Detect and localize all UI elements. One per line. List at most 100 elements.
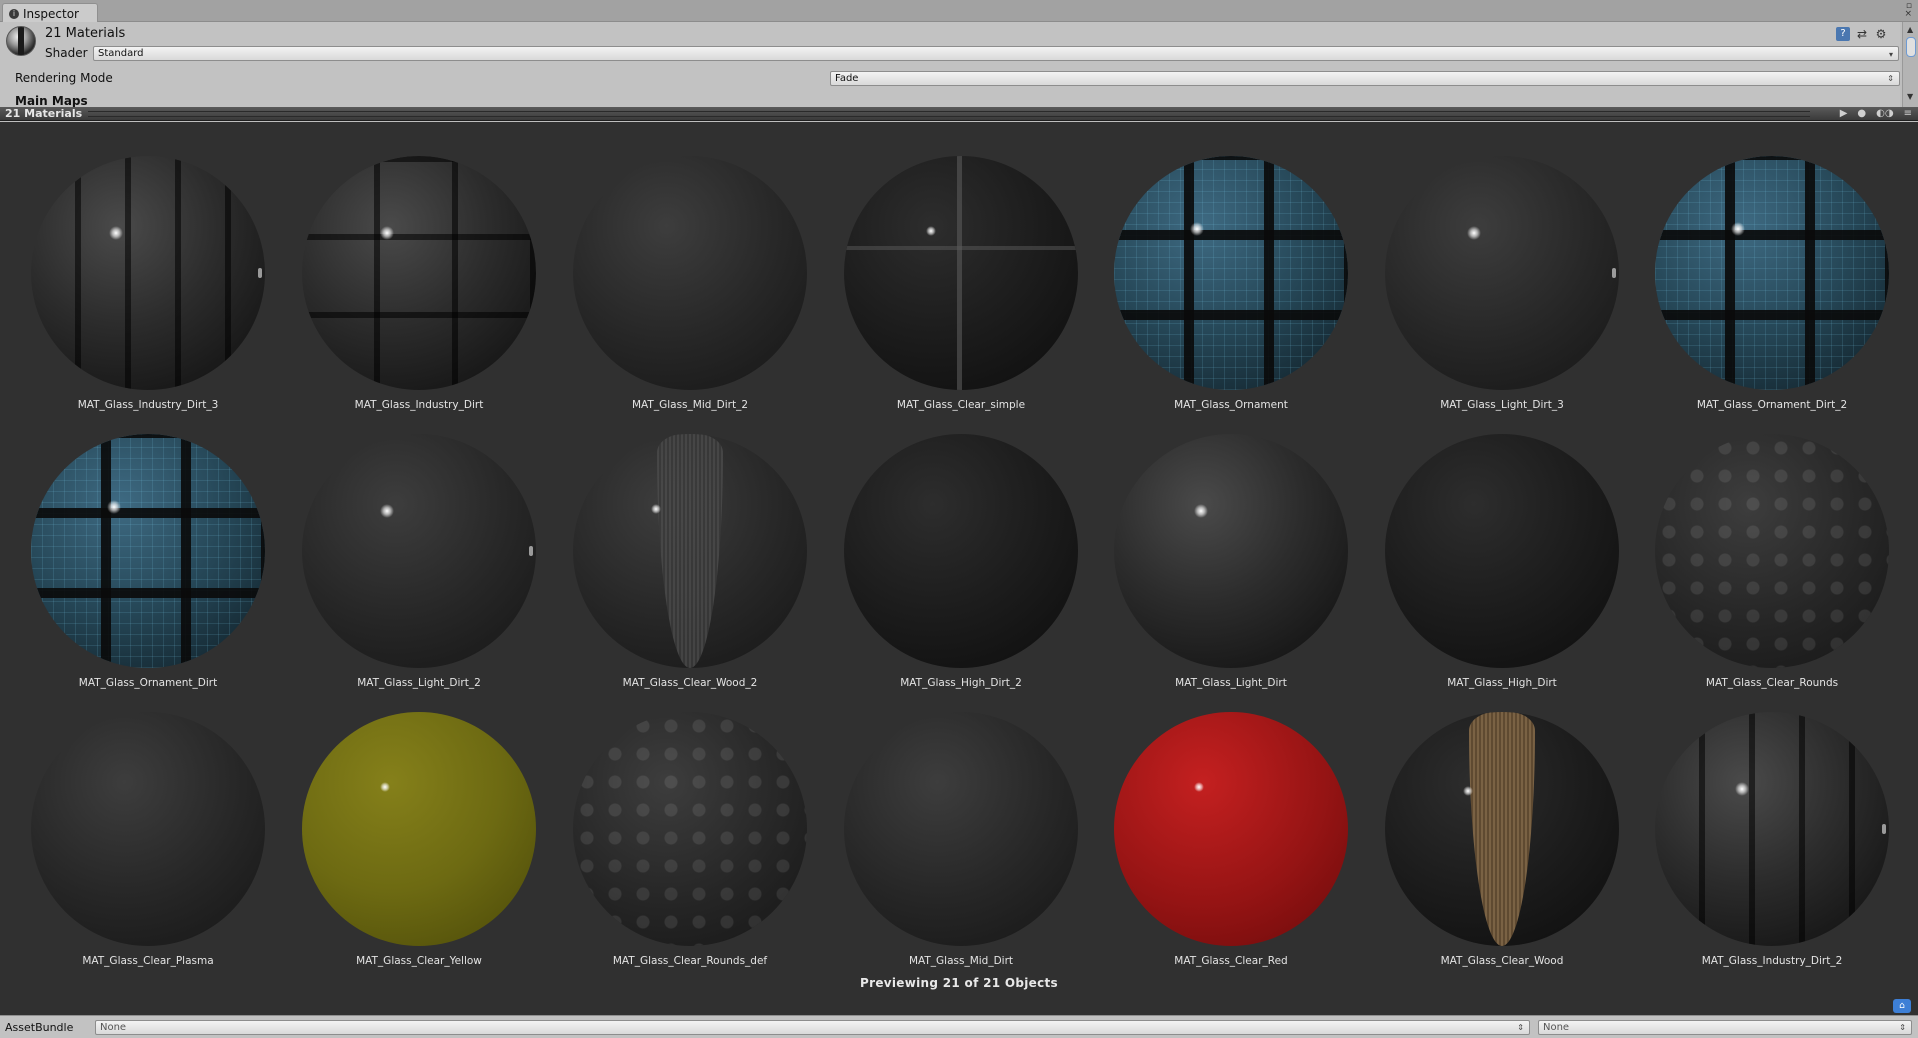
material-preview-item[interactable]: MAT_Glass_Light_Dirt_3 bbox=[1382, 156, 1622, 436]
asset-bundle-dropdown[interactable]: None ⇕ bbox=[95, 1020, 1530, 1035]
material-sphere bbox=[1655, 434, 1889, 668]
chevron-down-icon: ▾ bbox=[1888, 50, 1893, 59]
rendering-mode-dropdown[interactable]: Fade ⇕ bbox=[830, 71, 1900, 86]
scroll-down-icon[interactable]: ▼ bbox=[1907, 92, 1913, 101]
help-icon[interactable]: ? bbox=[1836, 27, 1850, 41]
material-preview-area: MAT_Glass_Industry_Dirt_3 MAT_Glass_Indu… bbox=[0, 122, 1918, 1015]
material-preview-item[interactable]: MAT_Glass_Light_Dirt_2 bbox=[299, 434, 539, 714]
material-sphere bbox=[844, 712, 1078, 946]
rendering-mode-label: Rendering Mode bbox=[15, 71, 113, 85]
material-preview-item[interactable]: MAT_Glass_Clear_simple bbox=[841, 156, 1081, 436]
play-icon[interactable]: ▶ bbox=[1840, 107, 1848, 121]
material-sphere bbox=[1655, 156, 1889, 390]
material-name: MAT_Glass_Clear_Rounds bbox=[1705, 677, 1839, 689]
material-name: MAT_Glass_Clear_Red bbox=[1174, 955, 1288, 967]
material-preview-item[interactable]: MAT_Glass_High_Dirt_2 bbox=[841, 434, 1081, 714]
material-preview-item[interactable]: MAT_Glass_Clear_Rounds_def bbox=[570, 712, 810, 992]
asset-bundle-value: None bbox=[100, 1022, 127, 1033]
material-preview-item[interactable]: MAT_Glass_Clear_Yellow bbox=[299, 712, 539, 992]
material-preview-item[interactable]: MAT_Glass_Light_Dirt bbox=[1111, 434, 1351, 714]
drag-handle[interactable] bbox=[88, 111, 1810, 117]
material-sphere bbox=[844, 156, 1078, 390]
material-sphere bbox=[1114, 434, 1348, 668]
material-preview-item[interactable]: MAT_Glass_Clear_Wood bbox=[1382, 712, 1622, 992]
material-preview-item[interactable]: MAT_Glass_Clear_Red bbox=[1111, 712, 1351, 992]
material-preview-item[interactable]: MAT_Glass_Mid_Dirt_2 bbox=[570, 156, 810, 436]
header-icons: ? ⇄ ⚙ bbox=[1836, 27, 1888, 41]
material-name: MAT_Glass_High_Dirt_2 bbox=[900, 677, 1022, 689]
chevron-updown-icon: ⇕ bbox=[1887, 74, 1894, 83]
material-preview-item[interactable]: MAT_Glass_Mid_Dirt bbox=[841, 712, 1081, 992]
material-preview-item[interactable]: MAT_Glass_Ornament_Dirt bbox=[28, 434, 268, 714]
preview-header[interactable]: 21 Materials ▶ ● ◐◑ ≡ bbox=[0, 107, 1918, 121]
material-name: MAT_Glass_Light_Dirt bbox=[1175, 677, 1287, 689]
material-sphere bbox=[31, 156, 265, 390]
material-sphere bbox=[302, 712, 536, 946]
material-name: MAT_Glass_Mid_Dirt_2 bbox=[631, 399, 749, 411]
close-icon[interactable]: × bbox=[1904, 10, 1912, 19]
material-name: MAT_Glass_Clear_Wood_2 bbox=[622, 677, 758, 689]
scroll-up-icon[interactable]: ▲ bbox=[1907, 25, 1913, 34]
asset-bundle-bar: AssetBundle None ⇕ None ⇕ bbox=[0, 1015, 1918, 1038]
chevron-updown-icon: ⇕ bbox=[1517, 1023, 1524, 1032]
asset-bundle-variant-dropdown[interactable]: None ⇕ bbox=[1538, 1020, 1912, 1035]
material-sphere bbox=[1655, 712, 1889, 946]
asset-bundle-variant-value: None bbox=[1543, 1022, 1570, 1033]
material-properties: Rendering Mode Fade ⇕ Main Maps bbox=[0, 62, 1900, 107]
material-sphere bbox=[1385, 156, 1619, 390]
material-preview-item[interactable]: MAT_Glass_Industry_Dirt_2 bbox=[1652, 712, 1892, 992]
material-name: MAT_Glass_Ornament_Dirt_2 bbox=[1696, 399, 1848, 411]
material-name: MAT_Glass_Ornament bbox=[1174, 399, 1288, 411]
material-sphere bbox=[1114, 712, 1348, 946]
material-sphere bbox=[1385, 434, 1619, 668]
material-name: MAT_Glass_Clear_simple bbox=[896, 399, 1026, 411]
material-name: MAT_Glass_Light_Dirt_2 bbox=[357, 677, 481, 689]
material-thumbnail-icon bbox=[6, 26, 36, 56]
material-preview-item[interactable]: MAT_Glass_Ornament bbox=[1111, 156, 1351, 436]
shader-label: Shader bbox=[45, 46, 88, 60]
material-sphere bbox=[573, 156, 807, 390]
material-preview-item[interactable]: MAT_Glass_Industry_Dirt_3 bbox=[28, 156, 268, 436]
material-sphere bbox=[31, 434, 265, 668]
material-name: MAT_Glass_Industry_Dirt bbox=[354, 399, 484, 411]
material-sphere bbox=[844, 434, 1078, 668]
shader-value: Standard bbox=[98, 48, 144, 59]
scrollbar-thumb[interactable] bbox=[1906, 37, 1916, 57]
material-name: MAT_Glass_Clear_Yellow bbox=[356, 955, 482, 967]
tag-icon[interactable]: ⌂ bbox=[1893, 999, 1911, 1013]
chevron-updown-icon: ⇕ bbox=[1899, 1023, 1906, 1032]
material-name: MAT_Glass_Industry_Dirt_3 bbox=[77, 399, 219, 411]
material-preview-item[interactable]: MAT_Glass_Ornament_Dirt_2 bbox=[1652, 156, 1892, 436]
tab-inspector[interactable]: i Inspector bbox=[2, 3, 98, 22]
material-name: MAT_Glass_Light_Dirt_3 bbox=[1440, 399, 1564, 411]
tab-label: Inspector bbox=[23, 7, 79, 21]
material-name: MAT_Glass_Industry_Dirt_2 bbox=[1701, 955, 1843, 967]
preset-icon[interactable]: ⇄ bbox=[1855, 27, 1869, 41]
material-name: MAT_Glass_Clear_Plasma bbox=[82, 955, 214, 967]
vertical-scrollbar[interactable]: ▲ ▼ bbox=[1902, 22, 1918, 107]
material-preview-item[interactable]: MAT_Glass_Clear_Wood_2 bbox=[570, 434, 810, 714]
light-toggle-icon[interactable]: ◐◑ bbox=[1876, 107, 1893, 121]
material-sphere bbox=[1114, 156, 1348, 390]
preview-controls: ▶ ● ◐◑ ≡ bbox=[1840, 107, 1912, 121]
material-preview-item[interactable]: MAT_Glass_Clear_Rounds bbox=[1652, 434, 1892, 714]
material-preview-item[interactable]: MAT_Glass_Clear_Plasma bbox=[28, 712, 268, 992]
preview-title: 21 Materials bbox=[5, 107, 83, 120]
menu-icon[interactable]: ≡ bbox=[1904, 107, 1912, 121]
tab-strip: i Inspector ▫ × bbox=[0, 0, 1918, 22]
material-name: MAT_Glass_Ornament_Dirt bbox=[78, 677, 218, 689]
material-preview-item[interactable]: MAT_Glass_Industry_Dirt bbox=[299, 156, 539, 436]
preview-status: Previewing 21 of 21 Objects bbox=[860, 976, 1058, 990]
shader-dropdown[interactable]: Standard ▾ bbox=[93, 46, 1899, 61]
material-name: MAT_Glass_Clear_Wood bbox=[1440, 955, 1564, 967]
asset-bundle-label: AssetBundle bbox=[5, 1021, 74, 1034]
material-sphere bbox=[573, 434, 807, 668]
header-title: 21 Materials bbox=[45, 26, 126, 41]
sphere-mesh-icon[interactable]: ● bbox=[1857, 107, 1866, 121]
material-sphere bbox=[302, 434, 536, 668]
material-sphere bbox=[573, 712, 807, 946]
material-preview-item[interactable]: MAT_Glass_High_Dirt bbox=[1382, 434, 1622, 714]
main-maps-heading: Main Maps bbox=[15, 94, 88, 107]
gear-icon[interactable]: ⚙ bbox=[1874, 27, 1888, 41]
info-icon: i bbox=[9, 9, 19, 19]
